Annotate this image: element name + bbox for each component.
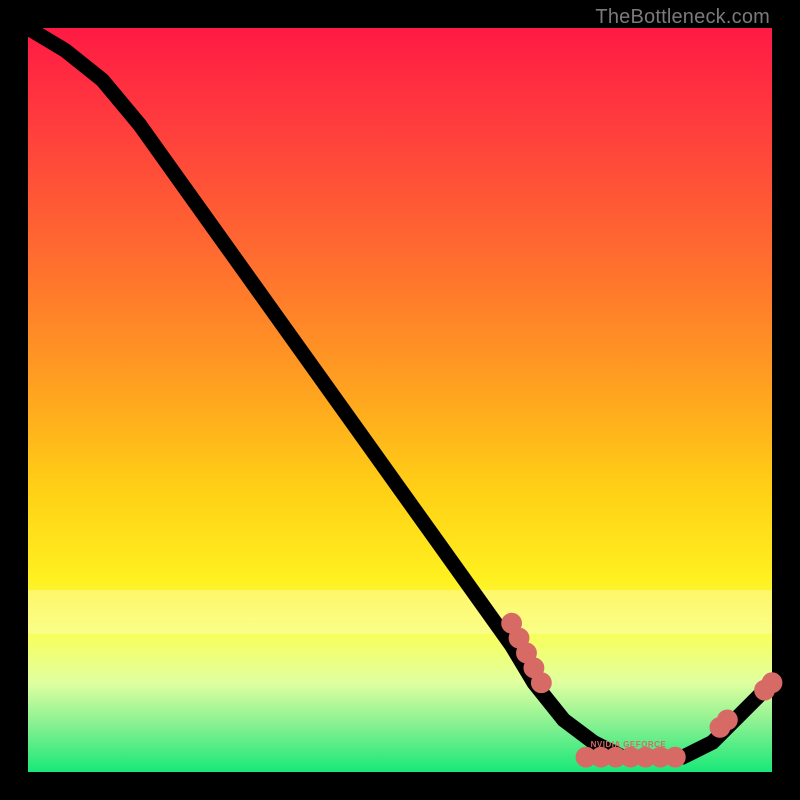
curve-svg (28, 28, 772, 772)
data-dot (669, 750, 682, 763)
data-dot (721, 713, 734, 726)
chart-frame: TheBottleneck.com NVIDIA GEFORCE (0, 0, 800, 800)
data-dot (512, 631, 525, 644)
data-dot (527, 661, 540, 674)
data-dot (765, 676, 778, 689)
plot-area: NVIDIA GEFORCE (28, 28, 772, 772)
watermark-text: TheBottleneck.com (595, 6, 770, 29)
series-annotation: NVIDIA GEFORCE (591, 740, 667, 749)
data-dot (520, 646, 533, 659)
data-dot (505, 617, 518, 630)
data-dot (535, 676, 548, 689)
bottleneck-curve (28, 28, 772, 757)
